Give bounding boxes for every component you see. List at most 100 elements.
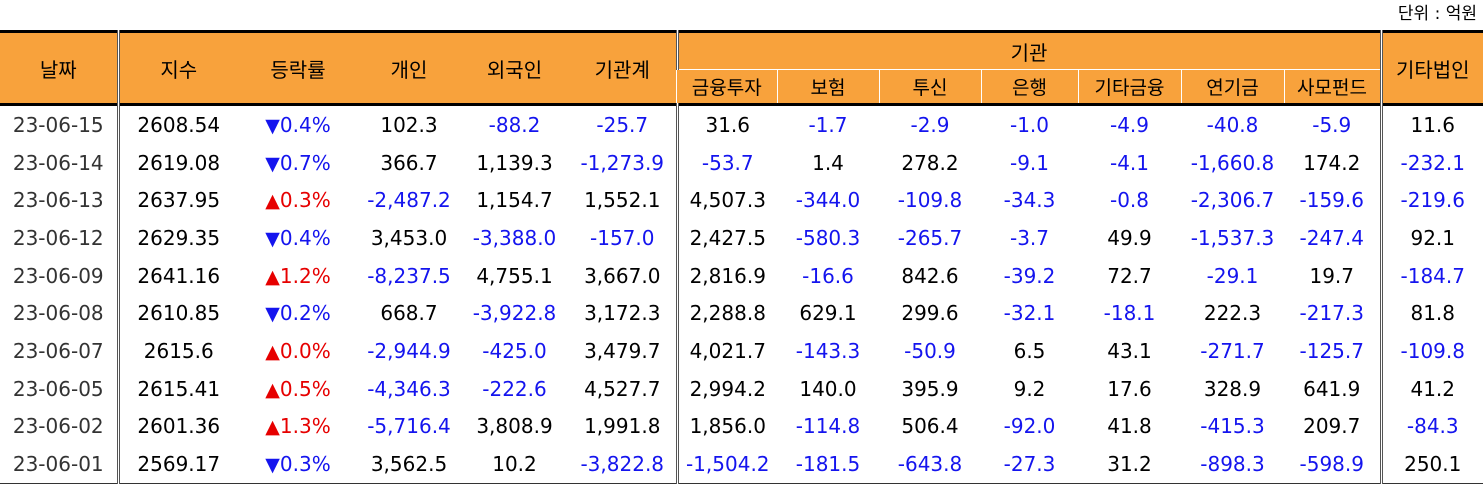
cell-value: -40.8 — [1206, 112, 1259, 137]
cell-date: 23-06-07 — [0, 332, 120, 370]
table-row: 23-06-09 2641.16 ▲1.2% -8,237.5 4,755.1 3,667… — [0, 256, 1483, 295]
triangle-down-icon: ▼ — [265, 454, 280, 477]
cell-value: -2,944.9 — [367, 338, 451, 363]
cell-value: -157.0 — [590, 225, 655, 250]
cell-value: -184.7 — [1379, 256, 1483, 295]
cell-value: -247.4 — [1299, 225, 1364, 250]
cell-value: 81.8 — [1379, 294, 1483, 333]
cell-value: -2,306.7 — [1190, 188, 1275, 213]
cell-value: -4.9 — [1109, 112, 1150, 137]
header-other-corporation: 기타법인 — [1379, 30, 1483, 106]
cell-value: 395.9 — [901, 376, 959, 401]
cell-value: -50.9 — [904, 338, 956, 363]
cell-value: 4,527.7 — [584, 376, 661, 401]
cell-value: -580.3 — [795, 225, 861, 250]
cell-value: 10.2 — [460, 445, 569, 484]
cell-value: -3,922.8 — [472, 301, 557, 326]
triangle-down-icon: ▼ — [265, 227, 280, 250]
cell-value: -0.8 — [1109, 188, 1150, 213]
cell-value: -181.5 — [777, 445, 879, 484]
cell-value: -5,716.4 — [367, 414, 451, 439]
change-rate-value: 0.7% — [279, 150, 331, 175]
cell-value: 209.7 — [1303, 414, 1361, 439]
cell-value: -32.1 — [1003, 301, 1056, 326]
cell-value: 72.7 — [1107, 263, 1152, 288]
cell-change-rate: ▼0.4% — [238, 105, 358, 144]
cell-value: 506.4 — [901, 414, 959, 439]
header-change: 등락률 — [238, 30, 358, 106]
cell-value: 3,667.0 — [584, 263, 661, 288]
cell-value: 41.8 — [1107, 414, 1152, 439]
cell-value: -16.6 — [802, 263, 854, 288]
header-institution-sub: 금융투자 — [677, 69, 777, 106]
cell-value: 11.6 — [1379, 104, 1483, 144]
triangle-up-icon: ▲ — [265, 265, 280, 288]
cell-value: -92.0 — [1003, 414, 1056, 439]
cell-value: -2.9 — [910, 112, 950, 137]
cell-value: -27.3 — [981, 445, 1078, 484]
cell-date: 23-06-13 — [0, 181, 120, 220]
cell-value: -4,346.3 — [367, 376, 451, 401]
cell-change-rate: ▲1.2% — [238, 257, 358, 295]
cell-value: 43.1 — [1107, 338, 1152, 363]
cell-value: -3.7 — [1009, 225, 1050, 250]
header-institution-sub: 은행 — [980, 69, 1078, 106]
cell-value: 6.5 — [1013, 338, 1046, 363]
triangle-down-icon: ▼ — [265, 152, 280, 175]
cell-value: -898.3 — [1181, 445, 1284, 484]
cell-index: 2615.41 — [137, 376, 221, 401]
cell-value: 3,453.0 — [370, 225, 448, 250]
cell-value: 668.7 — [380, 301, 438, 326]
cell-change-rate: ▲0.3% — [238, 181, 358, 219]
cell-index: 2608.54 — [137, 112, 221, 137]
change-rate-value: 0.3% — [279, 188, 331, 213]
investor-trading-table: 날짜 지수 등락률 개인 외국인 기관계 기관 기타법인 금융투자 보험 투신 은행 기… — [0, 30, 1483, 484]
cell-index: 2601.36 — [137, 414, 221, 439]
cell-value: 299.6 — [901, 301, 959, 326]
cell-value: -29.1 — [1206, 263, 1259, 288]
cell-value: 2,994.2 — [675, 369, 777, 408]
cell-index: 2569.17 — [118, 445, 238, 484]
change-rate-value: 1.3% — [279, 414, 331, 439]
table-row: 23-06-08 2610.85 ▼0.2% 668.7 -3,922.8 3,172.3… — [0, 294, 1483, 333]
table-row: 23-06-13 2637.95 ▲0.3% -2,487.2 1,154.7 1,552… — [0, 181, 1483, 220]
change-rate-value: 0.0% — [279, 338, 331, 363]
header-individual: 개인 — [358, 30, 460, 106]
header-institution-sub: 연기금 — [1180, 69, 1284, 106]
cell-value: 3,479.7 — [584, 338, 661, 363]
cell-value: 641.9 — [1303, 376, 1361, 401]
cell-value: -159.6 — [1299, 188, 1364, 213]
cell-value: 629.1 — [799, 301, 857, 326]
cell-change-rate: ▼0.4% — [238, 219, 358, 257]
cell-value: 140.0 — [799, 376, 857, 401]
cell-date: 23-06-08 — [0, 294, 120, 333]
cell-value: 4,507.3 — [675, 181, 777, 220]
header-institution-sub: 투신 — [878, 69, 981, 106]
table-row: 23-06-05 2615.41 ▲0.5% -4,346.3 -222.6 4,527.… — [0, 369, 1483, 408]
cell-value: -643.8 — [879, 445, 981, 484]
triangle-down-icon: ▼ — [265, 114, 280, 137]
cell-value: -109.8 — [1379, 332, 1483, 370]
cell-value: -219.6 — [1379, 181, 1483, 220]
table-row: 23-06-07 2615.6 ▲0.0% -2,944.9 -425.0 3,479.7… — [0, 332, 1483, 370]
change-rate-value: 1.2% — [279, 263, 331, 288]
header-institution-group: 기관 — [675, 30, 1381, 70]
cell-value: 4,755.1 — [476, 263, 553, 288]
cell-value: -222.6 — [482, 376, 547, 401]
cell-value: 3,562.5 — [358, 445, 460, 484]
cell-value: -18.1 — [1103, 301, 1156, 326]
cell-value: 41.2 — [1379, 369, 1483, 408]
cell-date: 23-06-12 — [0, 219, 120, 257]
table-row: 23-06-01 2569.17 ▼0.3% 3,562.5 10.2 -3,822.8-… — [0, 445, 1483, 484]
cell-value: -425.0 — [482, 338, 547, 363]
header-date: 날짜 — [0, 30, 120, 106]
header-institution-sub: 보험 — [776, 69, 879, 106]
change-rate-value: 0.4% — [279, 225, 331, 250]
cell-value: 366.7 — [380, 150, 438, 175]
cell-value: -34.3 — [1003, 188, 1056, 213]
cell-value: 250.1 — [1379, 445, 1483, 484]
cell-value: -598.9 — [1284, 445, 1381, 484]
header-index: 지수 — [118, 30, 238, 106]
cell-value: 174.2 — [1303, 150, 1361, 175]
cell-date: 23-06-14 — [0, 143, 120, 182]
